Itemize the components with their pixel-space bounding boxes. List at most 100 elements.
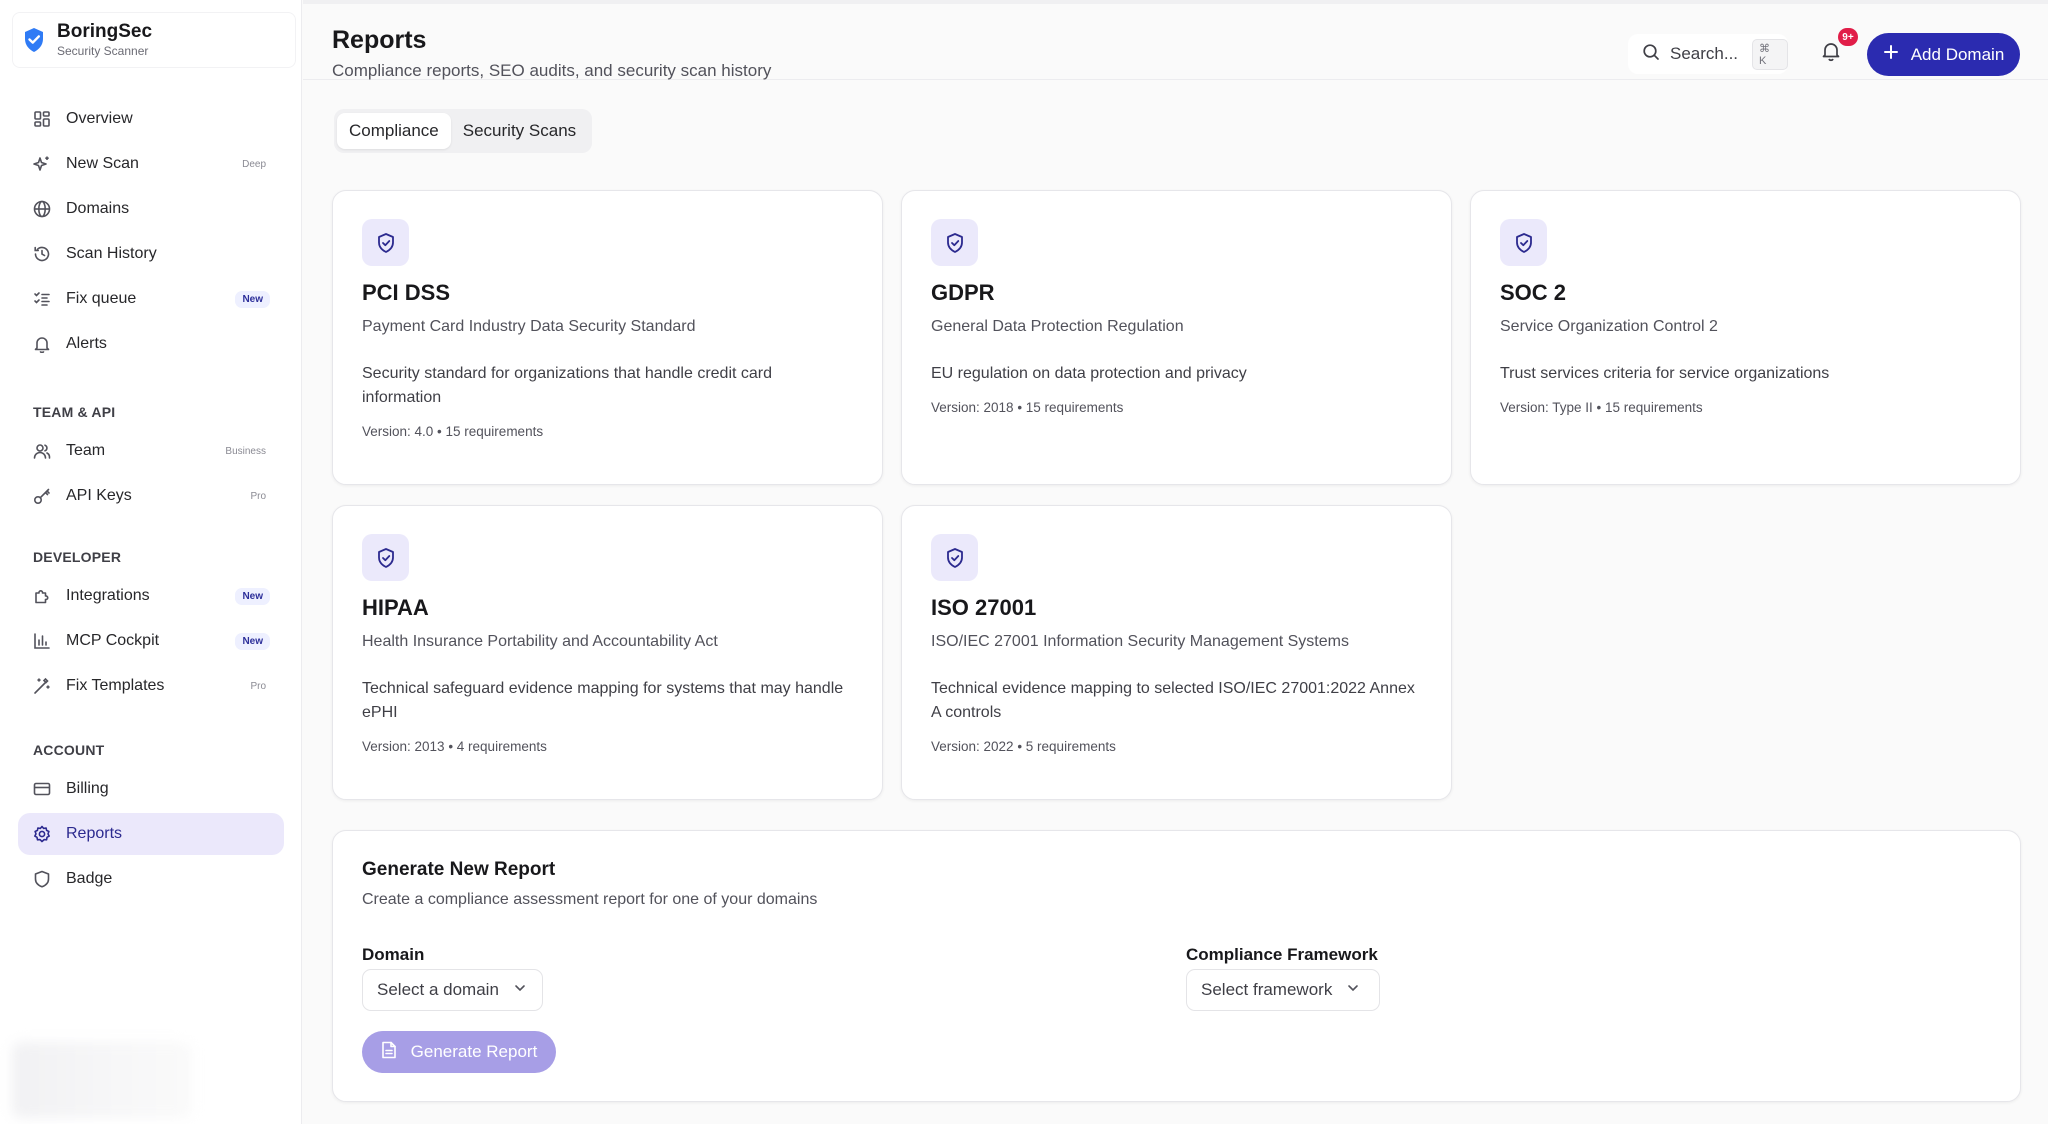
page-header: Reports Compliance reports, SEO audits, …	[303, 0, 2048, 80]
framework-full-name: General Data Protection Regulation	[931, 318, 1184, 335]
sidebar-item-label: Reports	[66, 825, 123, 842]
sidebar-item-team[interactable]: Team Business	[18, 430, 284, 472]
framework-full-name: Health Insurance Portability and Account…	[362, 633, 718, 650]
sidebar-item-api-keys[interactable]: API Keys Pro	[18, 475, 284, 517]
sidebar: BoringSec Security Scanner Overview New …	[0, 0, 302, 1124]
domain-label: Domain	[362, 945, 425, 964]
brand-name: BoringSec	[57, 21, 153, 42]
framework-meta: Version: 2018 • 15 requirements	[931, 400, 1124, 415]
credit-card-icon	[32, 779, 52, 799]
domain-select[interactable]: Select a domain	[362, 969, 543, 1011]
nav-heading: TEAM & API	[33, 404, 116, 420]
wand-icon	[32, 676, 52, 696]
tab-security-scans[interactable]: Security Scans	[451, 113, 588, 149]
sidebar-item-badge[interactable]: Badge	[18, 858, 284, 900]
framework-description: Technical evidence mapping to selected I…	[931, 680, 1415, 721]
generate-report-panel: Generate New Report Create a compliance …	[332, 830, 2021, 1102]
generate-report-button[interactable]: Generate Report	[362, 1031, 556, 1073]
sidebar-item-new-scan[interactable]: New Scan Deep	[18, 143, 284, 185]
sidebar-item-label: New Scan	[66, 155, 139, 172]
sidebar-item-label: Fix queue	[66, 290, 137, 307]
domain-select-value: Select a domain	[377, 980, 499, 999]
framework-title: SOC 2	[1500, 280, 1567, 305]
sparkles-icon	[32, 154, 52, 174]
sidebar-item-alerts[interactable]: Alerts	[18, 323, 284, 365]
sidebar-item-label: Overview	[66, 110, 133, 127]
brand[interactable]: BoringSec Security Scanner	[12, 12, 296, 68]
tab-compliance[interactable]: Compliance	[337, 113, 451, 149]
page-title: Reports	[332, 26, 427, 54]
framework-meta: Version: Type II • 15 requirements	[1500, 400, 1703, 415]
plan-tag: Business	[225, 445, 266, 457]
framework-title: ISO 27001	[931, 595, 1037, 620]
new-tag: New	[235, 290, 270, 308]
sidebar-item-fix-queue[interactable]: Fix queue New	[18, 278, 284, 320]
sidebar-item-integrations[interactable]: Integrations New	[18, 575, 284, 617]
sidebar-item-overview[interactable]: Overview	[18, 98, 284, 140]
framework-card-gdpr[interactable]: GDPR General Data Protection Regulation …	[901, 190, 1452, 485]
list-checks-icon	[32, 289, 52, 309]
search-button[interactable]: Search... ⌘ K	[1628, 34, 1788, 74]
framework-title: PCI DSS	[362, 280, 451, 305]
sidebar-item-label: Badge	[66, 870, 113, 887]
account-nav: ACCOUNT Billing Reports Badge	[0, 738, 302, 903]
framework-card-soc2[interactable]: SOC 2 Service Organization Control 2 Tru…	[1470, 190, 2021, 485]
framework-select-value: Select framework	[1201, 980, 1333, 999]
framework-title: GDPR	[931, 280, 995, 305]
team-nav: TEAM & API Team Business API Keys Pro	[0, 400, 302, 520]
shield-icon	[32, 869, 52, 889]
developer-nav: DEVELOPER Integrations New MCP Cockpit N…	[0, 545, 302, 710]
framework-description: EU regulation on data protection and pri…	[931, 365, 1247, 382]
brand-subtitle: Security Scanner	[57, 44, 149, 58]
new-tag: New	[235, 632, 270, 650]
framework-full-name: ISO/IEC 27001 Information Security Manag…	[931, 633, 1349, 650]
sidebar-item-label: Domains	[66, 200, 130, 217]
framework-card-iso27001[interactable]: ISO 27001 ISO/IEC 27001 Information Secu…	[901, 505, 1452, 800]
user-profile[interactable]	[12, 1042, 192, 1118]
framework-card-pci-dss[interactable]: PCI DSS Payment Card Industry Data Secur…	[332, 190, 883, 485]
framework-meta: Version: 2022 • 5 requirements	[931, 739, 1116, 754]
shield-check-icon	[1500, 219, 1547, 266]
sidebar-item-label: Scan History	[66, 245, 157, 262]
generate-report-subtitle: Create a compliance assessment report fo…	[362, 891, 818, 908]
generate-report-label: Generate Report	[410, 1042, 538, 1061]
grid-icon	[32, 109, 52, 129]
sidebar-item-label: MCP Cockpit	[66, 632, 160, 649]
nav-heading: ACCOUNT	[33, 742, 105, 758]
search-icon	[1642, 43, 1660, 66]
gear-icon	[32, 824, 52, 844]
sidebar-item-label: Fix Templates	[66, 677, 165, 694]
nav-heading: DEVELOPER	[33, 549, 122, 565]
users-icon	[32, 441, 52, 461]
framework-title: HIPAA	[362, 595, 429, 620]
sidebar-item-domains[interactable]: Domains	[18, 188, 284, 230]
sidebar-item-billing[interactable]: Billing	[18, 768, 284, 810]
shield-check-icon	[362, 534, 409, 581]
main-nav: Overview New Scan Deep Domains Scan Hist…	[0, 96, 302, 368]
framework-full-name: Payment Card Industry Data Security Stan…	[362, 318, 696, 335]
sidebar-item-label: Alerts	[66, 335, 107, 352]
shield-check-icon	[362, 219, 409, 266]
plus-icon	[1883, 44, 1899, 65]
sidebar-item-scan-history[interactable]: Scan History	[18, 233, 284, 275]
framework-meta: Version: 2013 • 4 requirements	[362, 739, 547, 754]
file-text-icon	[381, 1041, 397, 1064]
shield-check-icon	[931, 219, 978, 266]
page-subtitle: Compliance reports, SEO audits, and secu…	[332, 61, 772, 80]
puzzle-icon	[32, 586, 52, 606]
add-domain-button[interactable]: Add Domain	[1867, 33, 2020, 76]
sidebar-item-reports[interactable]: Reports	[18, 813, 284, 855]
sidebar-item-fix-templates[interactable]: Fix Templates Pro	[18, 665, 284, 707]
framework-description: Trust services criteria for service orga…	[1500, 365, 1830, 382]
keyboard-shortcut: ⌘ K	[1752, 38, 1788, 70]
shield-check-icon	[23, 27, 45, 53]
report-tabs: Compliance Security Scans	[334, 109, 592, 153]
sidebar-item-mcp-cockpit[interactable]: MCP Cockpit New	[18, 620, 284, 662]
add-domain-label: Add Domain	[1910, 44, 2005, 64]
bell-icon	[32, 334, 52, 354]
shield-check-icon	[931, 534, 978, 581]
generate-report-title: Generate New Report	[362, 859, 556, 880]
framework-card-hipaa[interactable]: HIPAA Health Insurance Portability and A…	[332, 505, 883, 800]
framework-description: Technical safeguard evidence mapping for…	[362, 680, 844, 721]
framework-select[interactable]: Select framework	[1186, 969, 1380, 1011]
